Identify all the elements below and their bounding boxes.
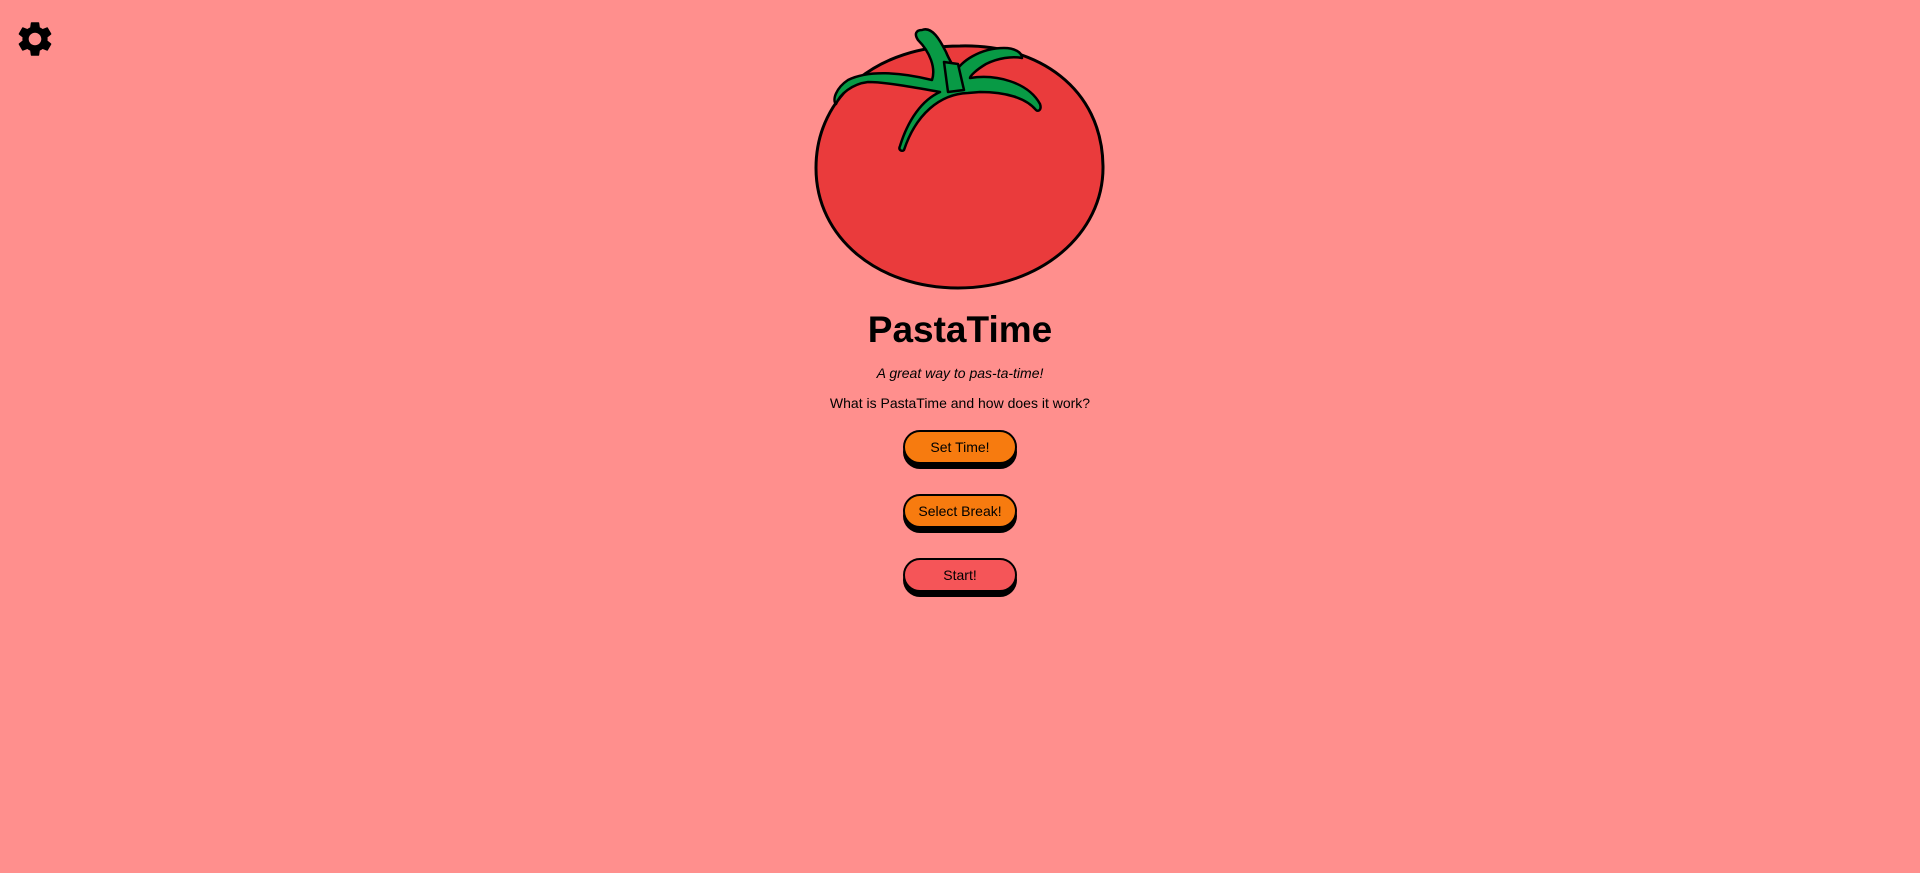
tomato-icon xyxy=(814,28,1105,290)
app-root: PastaTime A great way to pas-ta-time! Wh… xyxy=(0,0,1920,873)
info-link[interactable]: What is PastaTime and how does it work? xyxy=(830,395,1090,411)
set-time-button[interactable]: Set Time! xyxy=(903,430,1017,464)
tagline: A great way to pas-ta-time! xyxy=(876,365,1044,381)
page-title: PastaTime xyxy=(867,309,1053,350)
start-button[interactable]: Start! xyxy=(903,558,1017,592)
select-break-button[interactable]: Select Break! xyxy=(903,494,1017,528)
tomato-logo xyxy=(808,26,1112,292)
main-content: PastaTime A great way to pas-ta-time! Wh… xyxy=(0,0,1920,592)
